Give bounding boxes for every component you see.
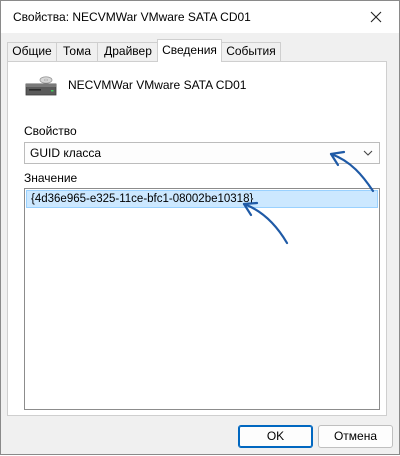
list-item[interactable]: {4d36e965-e325-11ce-bfc1-08002be10318} — [26, 190, 378, 208]
properties-dialog: Свойства: NECVMWar VMware SATA CD01 Общи… — [0, 0, 400, 455]
window-title: Свойства: NECVMWar VMware SATA CD01 — [13, 10, 251, 24]
close-icon — [370, 11, 382, 23]
property-select[interactable]: GUID класса — [24, 142, 380, 164]
tab-strip: Общие Тома Драйвер Сведения События — [7, 39, 387, 62]
device-name: NECVMWar VMware SATA CD01 — [68, 78, 247, 92]
ok-button[interactable]: OK — [238, 425, 313, 448]
property-label: Свойство — [24, 124, 77, 138]
tab-label: События — [226, 44, 276, 58]
close-button[interactable] — [353, 1, 399, 33]
title-bar: Свойства: NECVMWar VMware SATA CD01 — [1, 1, 399, 33]
details-panel: NECVMWar VMware SATA CD01 Свойство GUID … — [7, 61, 387, 416]
value-listbox[interactable]: {4d36e965-e325-11ce-bfc1-08002be10318} — [24, 188, 380, 410]
chevron-down-icon — [363, 150, 373, 156]
optical-drive-icon — [25, 76, 57, 96]
tab-driver[interactable]: Драйвер — [97, 42, 159, 61]
property-selected-value: GUID класса — [30, 146, 102, 160]
tab-label: Тома — [63, 44, 91, 58]
tab-details[interactable]: Сведения — [157, 39, 222, 62]
tab-general[interactable]: Общие — [7, 42, 57, 61]
tab-label: Драйвер — [104, 44, 152, 58]
value-label: Значение — [24, 171, 78, 185]
tab-events[interactable]: События — [221, 42, 281, 61]
tab-volumes[interactable]: Тома — [56, 42, 98, 61]
tab-label: Общие — [12, 44, 52, 58]
tab-label: Сведения — [162, 43, 217, 57]
cancel-button[interactable]: Отмена — [318, 425, 393, 448]
